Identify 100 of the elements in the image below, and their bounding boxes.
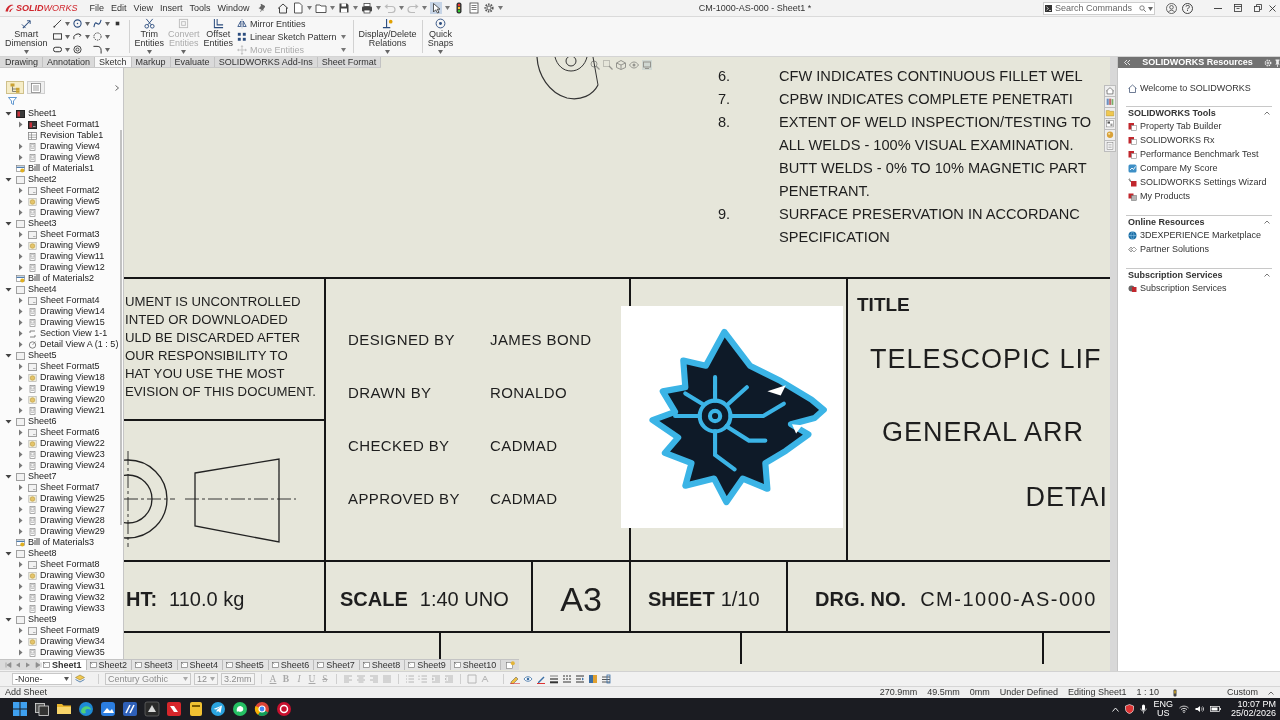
expand-arrow-icon[interactable] — [5, 352, 12, 359]
welcome-link[interactable]: Welcome to SOLIDWORKS — [1140, 83, 1251, 93]
search-field[interactable]: Search Commands — [1043, 1, 1155, 15]
tree-item[interactable]: Drawing View35 — [40, 647, 105, 658]
trim-entities-button[interactable]: Trim Entities — [134, 18, 164, 48]
home-icon[interactable] — [277, 2, 290, 14]
caret-icon[interactable] — [85, 34, 90, 39]
tree-item[interactable]: Drawing View9 — [40, 240, 100, 251]
expand-arrow-icon[interactable] — [17, 121, 24, 128]
collapse-chevron-icon[interactable] — [1264, 111, 1270, 115]
tree-item[interactable]: Drawing View19 — [40, 383, 105, 394]
caret-icon[interactable] — [307, 6, 313, 10]
expand-arrow-icon[interactable] — [17, 495, 24, 502]
caret-icon[interactable] — [376, 6, 382, 10]
caret-icon[interactable] — [65, 47, 70, 52]
tree-item[interactable]: Drawing View24 — [40, 460, 105, 471]
caret-icon[interactable] — [1148, 6, 1153, 11]
caret-icon[interactable] — [437, 50, 443, 54]
tree-item[interactable]: Drawing View32 — [40, 592, 105, 603]
caret-icon[interactable] — [181, 50, 187, 54]
tree-item[interactable]: Drawing View29 — [40, 526, 105, 537]
sheet-tab[interactable]: Sheet2 — [86, 660, 133, 670]
microphone-icon[interactable] — [1140, 704, 1148, 714]
new-document-icon[interactable] — [292, 2, 305, 14]
next-page-icon[interactable] — [25, 662, 32, 668]
user-icon[interactable] — [1166, 2, 1177, 14]
tree-item[interactable]: Sheet Format5 — [40, 361, 100, 372]
expand-arrow-icon[interactable] — [17, 231, 24, 238]
eye-icon[interactable] — [629, 60, 639, 70]
tree-item[interactable]: Sheet Format6 — [40, 427, 100, 438]
expand-arrow-icon[interactable] — [5, 110, 12, 117]
notepad-icon[interactable] — [188, 701, 204, 717]
caret-icon[interactable] — [105, 34, 110, 39]
sheet-tab[interactable]: Sheet7 — [314, 660, 360, 670]
caret-icon[interactable] — [23, 50, 29, 54]
arc-icon[interactable] — [73, 32, 82, 41]
expand-arrow-icon[interactable] — [17, 528, 24, 535]
tree-item[interactable]: Section View 1-1 — [40, 328, 108, 339]
tree-item[interactable]: Drawing View5 — [40, 196, 100, 207]
caret-icon[interactable] — [65, 21, 70, 26]
feature-tree-tab[interactable] — [6, 81, 24, 94]
tree-item[interactable]: Detail View A (1 : 5) — [40, 339, 119, 350]
collapse-chevron-icon[interactable] — [1264, 220, 1270, 224]
command-tab[interactable]: Drawing — [1, 57, 43, 67]
caret-icon[interactable] — [399, 6, 405, 10]
tree-item[interactable]: Sheet9 — [28, 614, 57, 625]
tree-item[interactable]: Sheet7 — [28, 471, 57, 482]
caret-icon[interactable] — [340, 34, 346, 39]
region-indicator[interactable]: US — [1156, 709, 1170, 718]
expand-arrow-icon[interactable] — [17, 374, 24, 381]
expand-arrow-icon[interactable] — [17, 396, 24, 403]
caret-icon[interactable] — [385, 50, 391, 54]
tree-item[interactable]: Drawing View21 — [40, 405, 105, 416]
expand-arrow-icon[interactable] — [17, 594, 24, 601]
dashed-circle-icon[interactable] — [93, 32, 102, 41]
resource-link[interactable]: SOLIDWORKS Rx — [1140, 135, 1215, 145]
expand-arrow-icon[interactable] — [17, 341, 24, 348]
browser-wheel-icon[interactable] — [254, 701, 270, 717]
expand-arrow-icon[interactable] — [17, 187, 24, 194]
tree-item[interactable]: Drawing View30 — [40, 570, 105, 581]
expand-arrow-icon[interactable] — [17, 330, 24, 337]
linear-pattern-button[interactable]: Linear Sketch Pattern — [237, 31, 337, 42]
tree-item[interactable]: Sheet1 — [28, 108, 57, 119]
units-dropdown[interactable]: Custom — [1227, 687, 1258, 698]
pin-icon[interactable] — [258, 4, 266, 12]
scrollbar-thumb[interactable] — [120, 130, 122, 525]
caret-icon[interactable] — [422, 6, 428, 10]
image-page-icon[interactable] — [1104, 118, 1116, 130]
sheet-tab[interactable]: Sheet4 — [177, 660, 224, 670]
circle-icon[interactable] — [73, 19, 82, 28]
browser-icon[interactable] — [78, 701, 94, 717]
cube-icon[interactable] — [616, 60, 626, 70]
tree-item[interactable]: Sheet4 — [28, 284, 57, 295]
tree-item[interactable]: Drawing View20 — [40, 394, 105, 405]
expand-arrow-icon[interactable] — [17, 209, 24, 216]
sheet-tab[interactable]: Sheet5 — [223, 660, 269, 670]
sheet-tab[interactable]: Sheet1 — [40, 660, 87, 670]
pencil-icon[interactable] — [510, 674, 520, 684]
tree-item[interactable]: Sheet Format1 — [40, 119, 100, 130]
add-sheet-icon[interactable] — [506, 661, 516, 669]
resource-link[interactable]: Performance Benchmark Test — [1140, 149, 1259, 159]
tree-item[interactable]: Drawing View25 — [40, 493, 105, 504]
sheet-tab[interactable]: Sheet9 — [405, 660, 451, 670]
expand-arrow-icon[interactable] — [17, 363, 24, 370]
save-icon[interactable] — [338, 2, 351, 14]
expand-arrow-icon[interactable] — [17, 429, 24, 436]
layer-icon[interactable] — [75, 674, 85, 684]
language-indicator[interactable]: ENG — [1153, 700, 1173, 709]
collapse-icon[interactable] — [1123, 59, 1131, 66]
triangle-tile-icon[interactable] — [144, 701, 160, 717]
pen-icon[interactable] — [536, 674, 546, 684]
pin-icon[interactable] — [1275, 58, 1280, 67]
expand-arrow-icon[interactable] — [17, 308, 24, 315]
tree-item[interactable]: Bill of Materials1 — [28, 163, 95, 174]
start-icon[interactable] — [12, 701, 28, 717]
settings-icon[interactable] — [483, 2, 496, 14]
photo-tile-icon[interactable] — [100, 701, 116, 717]
command-tab[interactable]: Markup — [131, 57, 171, 67]
resource-link[interactable]: SOLIDWORKS Settings Wizard — [1140, 177, 1267, 187]
expand-arrow-icon[interactable] — [5, 473, 12, 480]
